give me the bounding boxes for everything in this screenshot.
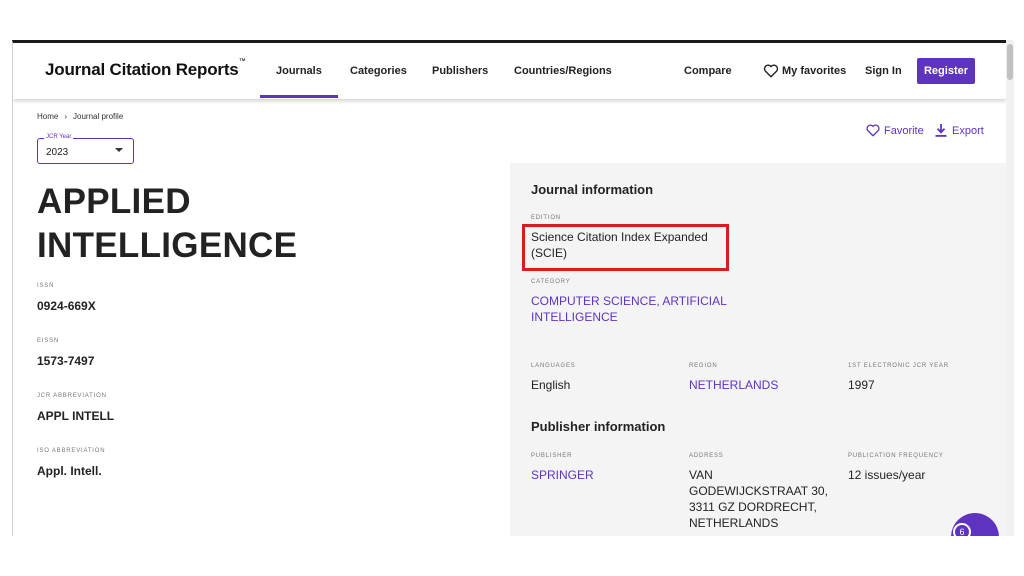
favorite-button[interactable]: Favorite (866, 124, 924, 137)
nav-categories[interactable]: Categories (350, 65, 407, 77)
logo-text: Journal Citation Reports (45, 60, 239, 79)
issn-label: ISSN (37, 283, 55, 289)
jcr-year-label: JCR Year (44, 134, 74, 140)
nav-publishers[interactable]: Publishers (432, 65, 488, 77)
edition-label: EDITION (531, 215, 561, 221)
jcr-abbreviation-value: APPL INTELL (37, 409, 115, 423)
heart-icon (866, 124, 880, 137)
jcr-year-select[interactable]: JCR Year 2023 (37, 134, 134, 164)
edition-highlight-box (522, 224, 729, 271)
journal-information-heading: Journal information (531, 182, 654, 197)
eissn-label: EISSN (37, 338, 60, 344)
breadcrumb-current: Journal profile (73, 112, 124, 121)
nav-compare[interactable]: Compare (684, 65, 732, 77)
scrollbar-thumb[interactable] (1007, 44, 1013, 80)
sign-in-link[interactable]: Sign In (865, 65, 902, 77)
address-value: VAN GODEWIJCKSTRAAT 30, 3311 GZ DORDRECH… (689, 468, 828, 530)
breadcrumb-home[interactable]: Home (37, 112, 58, 121)
logo-trademark: ™ (238, 58, 246, 65)
iso-abbreviation-label: ISO ABBREVIATION (37, 448, 106, 454)
address-label: ADDRESS (689, 453, 724, 459)
jcr-abbreviation-label: JCR ABBREVIATION (37, 393, 107, 399)
scrollbar-track[interactable] (1006, 40, 1014, 536)
publication-frequency-value: 12 issues/year (848, 468, 926, 482)
export-label: Export (952, 124, 984, 137)
category-label: CATEGORY (531, 279, 571, 285)
iso-abbreviation-value: Appl. Intell. (37, 464, 102, 478)
issn-value: 0924-669X (37, 299, 96, 313)
chevron-right-icon: › (64, 112, 68, 121)
category-link[interactable]: COMPUTER SCIENCE, ARTIFICIAL INTELLIGENC… (531, 293, 741, 325)
journal-title: APPLIED INTELLIGENCE (37, 182, 298, 265)
site-logo[interactable]: Journal Citation Reports™ (45, 58, 246, 80)
browser-viewport: Journal Citation Reports™ Journals Categ… (12, 40, 1006, 536)
download-icon (935, 124, 947, 137)
chat-notification-count: 6 (953, 523, 971, 536)
top-navigation-bar: Journal Citation Reports™ Journals Categ… (13, 43, 1006, 99)
eissn-value: 1573-7497 (37, 354, 95, 368)
nav-journals[interactable]: Journals (260, 65, 338, 98)
region-link[interactable]: NETHERLANDS (689, 377, 778, 393)
publisher-information-heading: Publisher information (531, 419, 666, 434)
first-jcr-year-label: 1ST ELECTRONIC JCR YEAR (848, 363, 949, 369)
languages-value: English (531, 378, 571, 392)
languages-label: LANGUAGES (531, 363, 576, 369)
journal-info-panel: Journal information EDITION Science Cita… (510, 163, 1006, 536)
jcr-year-value: 2023 (46, 147, 69, 158)
register-button[interactable]: Register (917, 58, 975, 84)
first-jcr-year-value: 1997 (848, 378, 875, 392)
caret-down-icon (115, 148, 123, 152)
publisher-link[interactable]: SPRINGER (531, 467, 594, 483)
heart-icon (763, 64, 779, 78)
publication-frequency-label: PUBLICATION FREQUENCY (848, 453, 944, 459)
nav-countries-regions[interactable]: Countries/Regions (514, 65, 612, 77)
export-button[interactable]: Export (935, 124, 984, 137)
publisher-label: PUBLISHER (531, 453, 573, 459)
nav-my-favorites[interactable]: My favorites (782, 65, 846, 77)
breadcrumb: Home › Journal profile (37, 112, 123, 121)
favorite-label: Favorite (884, 124, 924, 137)
region-label: REGION (689, 363, 718, 369)
